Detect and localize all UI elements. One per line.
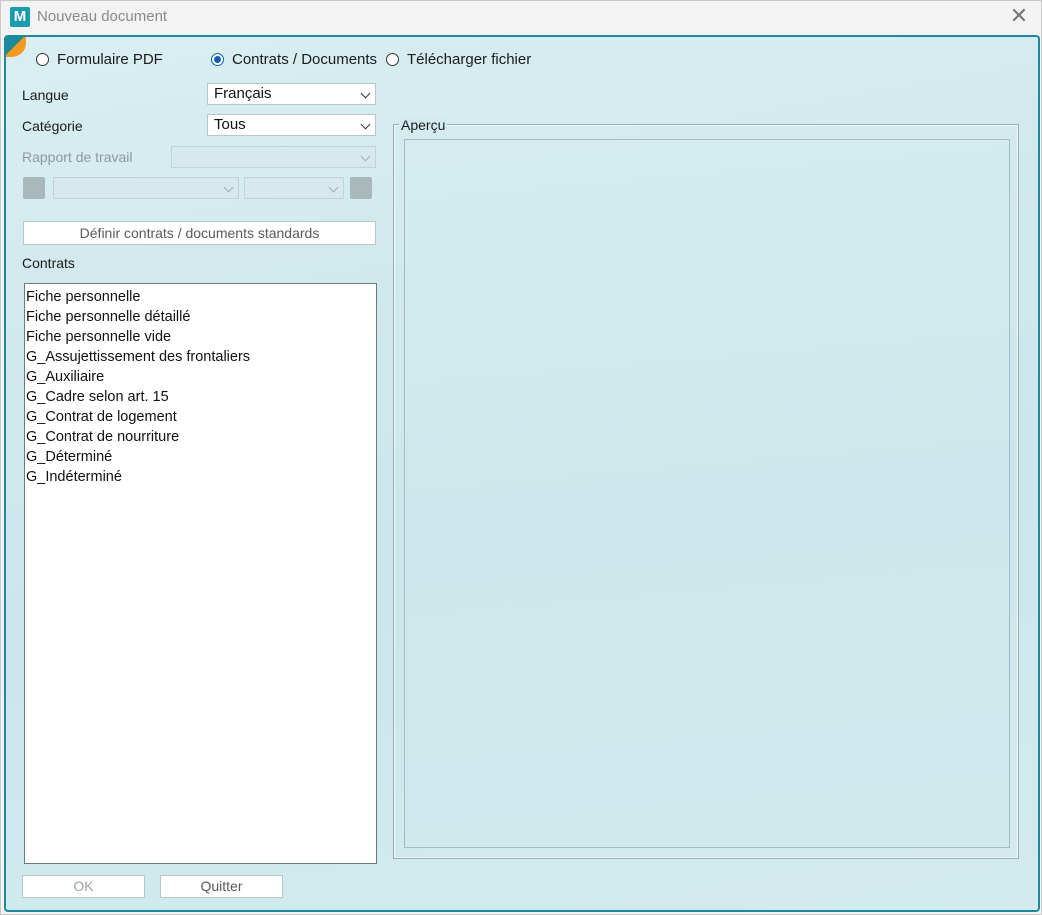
close-button[interactable]: ✕: [1005, 4, 1033, 30]
define-standards-button[interactable]: Définir contrats / documents standards: [23, 221, 376, 245]
list-item[interactable]: G_Déterminé: [25, 447, 376, 467]
dialog-window: M Nouveau document ✕ Formulaire PDF Cont…: [0, 0, 1042, 915]
previous-button[interactable]: [23, 177, 45, 199]
langue-select[interactable]: Français: [207, 83, 376, 105]
contrats-label: Contrats: [22, 255, 75, 271]
list-item[interactable]: G_Assujettissement des frontaliers: [25, 347, 376, 367]
chevron-down-icon: [223, 182, 234, 193]
preview-area: [404, 139, 1010, 848]
radio-circle-icon: [36, 52, 49, 66]
radio-circle-icon: [386, 52, 399, 66]
quit-button[interactable]: Quitter: [160, 875, 283, 898]
year-select[interactable]: [244, 177, 344, 199]
chevron-down-icon: [360, 151, 371, 162]
categorie-label: Catégorie: [22, 118, 83, 134]
radio-label: Contrats / Documents: [232, 50, 378, 68]
rapport-select[interactable]: [171, 146, 376, 168]
rapport-label: Rapport de travail: [22, 149, 133, 165]
radio-selected-icon: [211, 52, 224, 66]
list-item[interactable]: G_Indéterminé: [25, 467, 376, 487]
window-title: Nouveau document: [37, 8, 168, 25]
corner-tab-icon: [6, 37, 26, 57]
period-select[interactable]: [53, 177, 239, 199]
radio-telecharger-fichier[interactable]: Télécharger fichier: [386, 49, 531, 69]
langue-label: Langue: [22, 87, 69, 103]
langue-value: Français: [214, 85, 272, 102]
list-item[interactable]: G_Contrat de logement: [25, 407, 376, 427]
radio-label: Télécharger fichier: [407, 50, 532, 68]
list-item[interactable]: G_Auxiliaire: [25, 367, 376, 387]
app-logo-icon: M: [10, 7, 30, 27]
chevron-down-icon: [360, 88, 371, 99]
list-item[interactable]: G_Cadre selon art. 15: [25, 387, 376, 407]
chevron-down-icon: [360, 119, 371, 130]
radio-label: Formulaire PDF: [57, 50, 163, 68]
categorie-value: Tous: [214, 116, 246, 133]
title-bar: M Nouveau document ✕: [1, 1, 1041, 34]
list-item[interactable]: G_Contrat de nourriture: [25, 427, 376, 447]
ok-button[interactable]: OK: [22, 875, 145, 898]
list-item[interactable]: Fiche personnelle: [25, 287, 376, 307]
preview-title: Aperçu: [399, 117, 448, 133]
dialog-body: Formulaire PDF Contrats / Documents Télé…: [4, 35, 1040, 912]
next-button[interactable]: [350, 177, 372, 199]
contracts-list[interactable]: Fiche personnelle Fiche personnelle déta…: [24, 283, 377, 864]
radio-contrats-documents[interactable]: Contrats / Documents: [211, 49, 377, 69]
list-item[interactable]: Fiche personnelle vide: [25, 327, 376, 347]
categorie-select[interactable]: Tous: [207, 114, 376, 136]
radio-formulaire-pdf[interactable]: Formulaire PDF: [36, 49, 163, 69]
list-item[interactable]: Fiche personnelle détaillé: [25, 307, 376, 327]
chevron-down-icon: [328, 182, 339, 193]
